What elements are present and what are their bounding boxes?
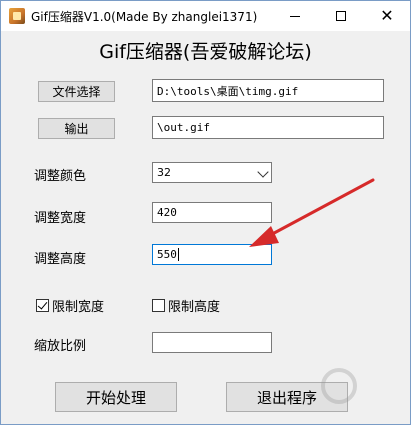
file-path-input[interactable]: D:\tools\桌面\timg.gif — [152, 79, 384, 102]
close-icon: ✕ — [380, 6, 394, 25]
exit-button[interactable]: 退出程序 — [226, 382, 348, 412]
limit-height-checkbox[interactable]: 限制高度 — [152, 296, 220, 315]
start-process-button[interactable]: 开始处理 — [55, 382, 177, 412]
text-caret — [177, 248, 179, 261]
scale-input[interactable] — [152, 332, 272, 353]
output-button[interactable]: 输出 — [38, 118, 115, 139]
checkmark-icon — [36, 299, 49, 312]
app-icon — [9, 8, 25, 24]
window-title: Gif压缩器V1.0(Made By zhanglei1371) — [31, 10, 258, 24]
minimize-icon — [290, 15, 300, 17]
checkbox-empty-icon — [152, 299, 165, 312]
limit-height-label: 限制高度 — [168, 300, 221, 315]
minimize-button[interactable] — [272, 1, 318, 31]
close-button[interactable]: ✕ — [364, 1, 410, 31]
page-title: Gif压缩器(吾爱破解论坛) — [99, 41, 312, 63]
output-path-input[interactable]: \out.gif — [152, 116, 384, 139]
limit-width-label: 限制宽度 — [52, 300, 105, 315]
color-select[interactable]: 32 — [152, 162, 272, 183]
scale-label: 缩放比例 — [34, 339, 87, 354]
limit-width-checkbox[interactable]: 限制宽度 — [36, 296, 104, 315]
app-window: Gif压缩器V1.0(Made By zhanglei1371) ✕ Gif压缩… — [0, 0, 411, 425]
arrow-shaft — [261, 178, 375, 241]
chevron-down-icon — [257, 166, 269, 178]
file-select-button[interactable]: 文件选择 — [38, 81, 115, 102]
title-bar[interactable]: Gif压缩器V1.0(Made By zhanglei1371) ✕ — [1, 1, 410, 31]
width-input[interactable]: 420 — [152, 202, 272, 223]
maximize-button[interactable] — [318, 1, 364, 31]
maximize-icon — [336, 11, 346, 21]
color-select-value: 32 — [157, 166, 171, 179]
height-input[interactable]: 550 — [152, 244, 272, 265]
width-label: 调整宽度 — [34, 211, 87, 226]
height-label: 调整高度 — [34, 252, 87, 267]
color-label: 调整颜色 — [34, 169, 87, 184]
height-input-value: 550 — [157, 248, 177, 261]
